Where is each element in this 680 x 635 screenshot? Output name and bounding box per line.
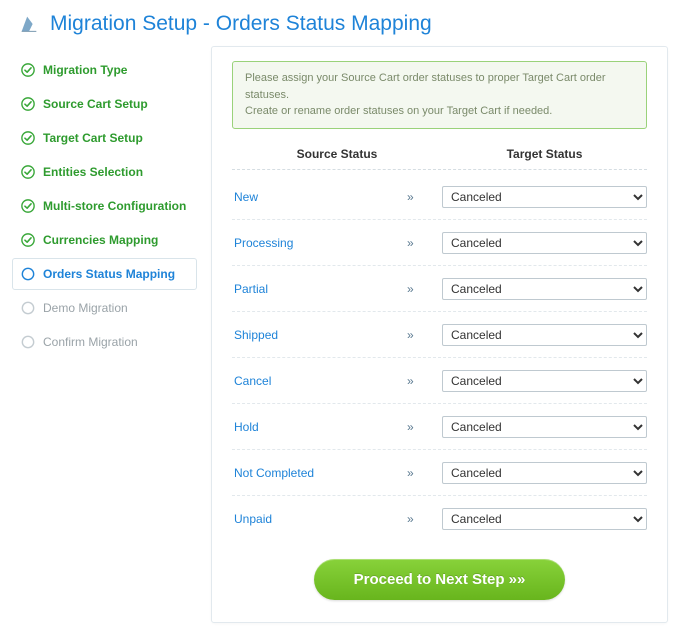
sidebar-step[interactable]: Target Cart Setup	[12, 122, 197, 154]
sidebar-step-label: Migration Type	[43, 63, 127, 77]
sidebar-step[interactable]: Migration Type	[12, 54, 197, 86]
arrow-right-icon: »	[407, 420, 442, 434]
source-status-label: Processing	[232, 236, 407, 250]
source-status-label: Partial	[232, 282, 407, 296]
arrow-right-icon: »	[407, 328, 442, 342]
target-status-select[interactable]: Canceled	[442, 416, 647, 438]
target-status-select[interactable]: Canceled	[442, 278, 647, 300]
check-circle-icon	[21, 97, 35, 111]
sidebar-step[interactable]: Source Cart Setup	[12, 88, 197, 120]
mapping-row: Processing»Canceled	[232, 220, 647, 266]
source-status-label: Not Completed	[232, 466, 407, 480]
arrow-right-icon: »	[407, 236, 442, 250]
source-status-label: Hold	[232, 420, 407, 434]
mapping-row: Unpaid»Canceled	[232, 496, 647, 541]
mapping-list: New»CanceledProcessing»CanceledPartial»C…	[232, 174, 647, 541]
source-status-label: New	[232, 190, 407, 204]
mapping-columns-header: Source Status Target Status	[232, 143, 647, 170]
circle-pending-icon	[21, 301, 35, 315]
sidebar-step-label: Confirm Migration	[43, 335, 138, 349]
sidebar-step[interactable]: Currencies Mapping	[12, 224, 197, 256]
source-status-label: Cancel	[232, 374, 407, 388]
check-circle-icon	[21, 199, 35, 213]
arrow-right-icon: »	[407, 282, 442, 296]
column-header-source: Source Status	[232, 147, 442, 161]
proceed-button[interactable]: Proceed to Next Step »»	[314, 559, 566, 600]
target-status-select[interactable]: Canceled	[442, 186, 647, 208]
target-status-select[interactable]: Canceled	[442, 370, 647, 392]
sidebar-step-label: Entities Selection	[43, 165, 143, 179]
app-logo-icon	[18, 13, 40, 35]
arrow-right-icon: »	[407, 512, 442, 526]
sidebar-step-label: Target Cart Setup	[43, 131, 143, 145]
sidebar-step-label: Demo Migration	[43, 301, 128, 315]
info-notice-line: Please assign your Source Cart order sta…	[245, 70, 634, 103]
mapping-row: Hold»Canceled	[232, 404, 647, 450]
sidebar-step[interactable]: Entities Selection	[12, 156, 197, 188]
target-status-select[interactable]: Canceled	[442, 232, 647, 254]
target-status-select[interactable]: Canceled	[442, 324, 647, 346]
arrow-right-icon: »	[407, 466, 442, 480]
sidebar-step[interactable]: Orders Status Mapping	[12, 258, 197, 290]
column-header-target: Target Status	[442, 147, 647, 161]
sidebar-step[interactable]: Confirm Migration	[12, 326, 197, 358]
sidebar-step[interactable]: Demo Migration	[12, 292, 197, 324]
source-status-label: Shipped	[232, 328, 407, 342]
arrow-right-icon: »	[407, 190, 442, 204]
check-circle-icon	[21, 233, 35, 247]
mapping-row: Shipped»Canceled	[232, 312, 647, 358]
sidebar-step-label: Source Cart Setup	[43, 97, 148, 111]
check-circle-icon	[21, 63, 35, 77]
target-status-select[interactable]: Canceled	[442, 462, 647, 484]
steps-sidebar: Migration Type Source Cart Setup Target Ca…	[12, 46, 197, 623]
info-notice-line: Create or rename order statuses on your …	[245, 103, 634, 120]
check-circle-icon	[21, 131, 35, 145]
circle-pending-icon	[21, 335, 35, 349]
target-status-select[interactable]: Canceled	[442, 508, 647, 530]
main-panel: Please assign your Source Cart order sta…	[211, 46, 668, 623]
sidebar-step[interactable]: Multi-store Configuration	[12, 190, 197, 222]
mapping-row: Partial»Canceled	[232, 266, 647, 312]
mapping-row: New»Canceled	[232, 174, 647, 220]
sidebar-step-label: Orders Status Mapping	[43, 267, 175, 281]
info-notice: Please assign your Source Cart order sta…	[232, 61, 647, 129]
sidebar-step-label: Currencies Mapping	[43, 233, 158, 247]
mapping-row: Not Completed»Canceled	[232, 450, 647, 496]
page-title: Migration Setup - Orders Status Mapping	[50, 12, 432, 36]
source-status-label: Unpaid	[232, 512, 407, 526]
page-header: Migration Setup - Orders Status Mapping	[0, 0, 680, 46]
sidebar-step-label: Multi-store Configuration	[43, 199, 186, 213]
check-circle-icon	[21, 165, 35, 179]
arrow-right-icon: »	[407, 374, 442, 388]
circle-current-icon	[21, 267, 35, 281]
mapping-row: Cancel»Canceled	[232, 358, 647, 404]
